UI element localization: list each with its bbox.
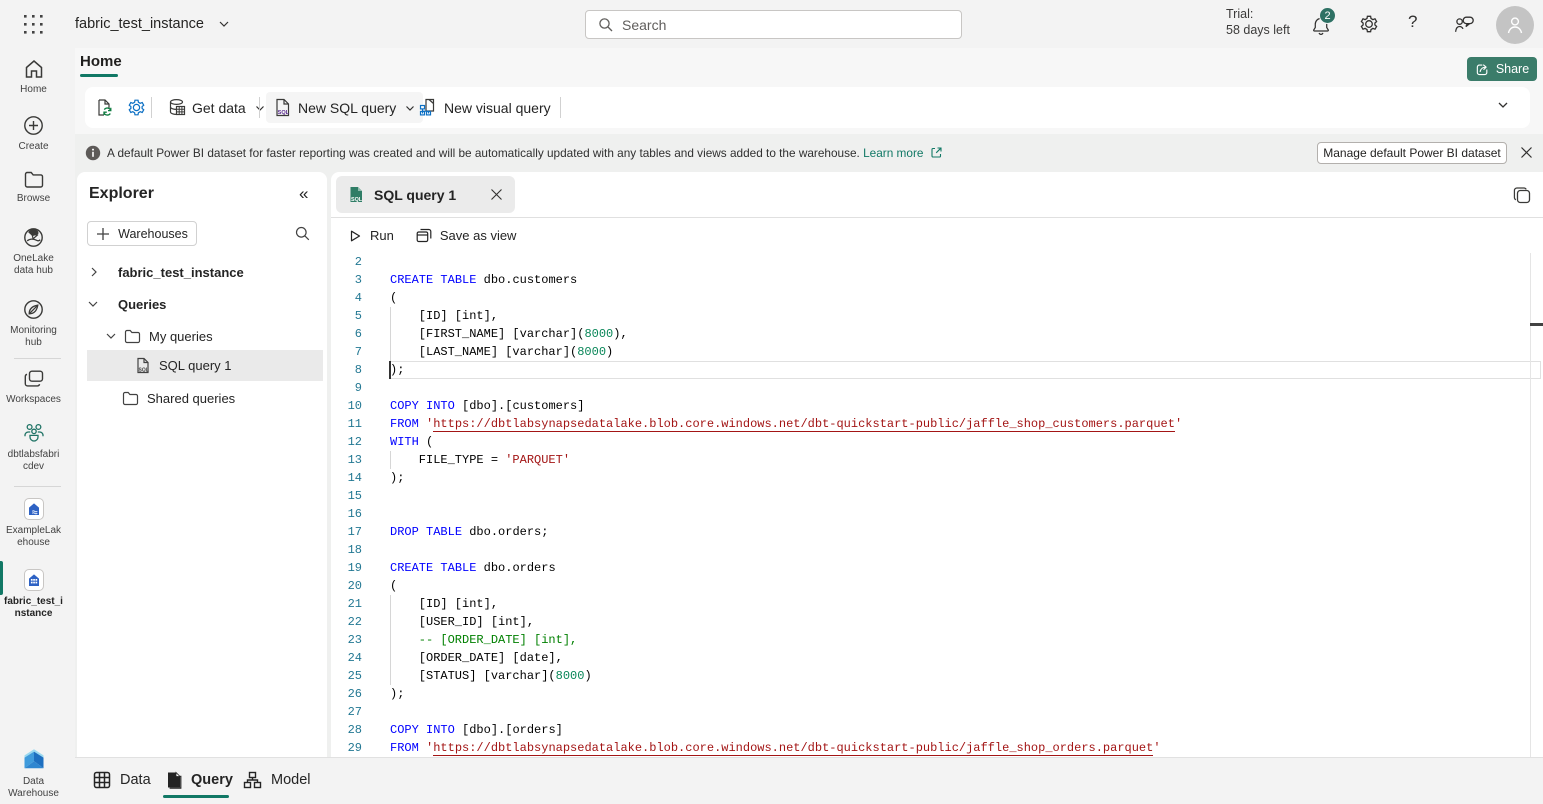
svg-text:SQL: SQL [139, 368, 149, 374]
svg-text:SQL: SQL [351, 197, 363, 203]
svg-text:SQL: SQL [278, 110, 290, 116]
